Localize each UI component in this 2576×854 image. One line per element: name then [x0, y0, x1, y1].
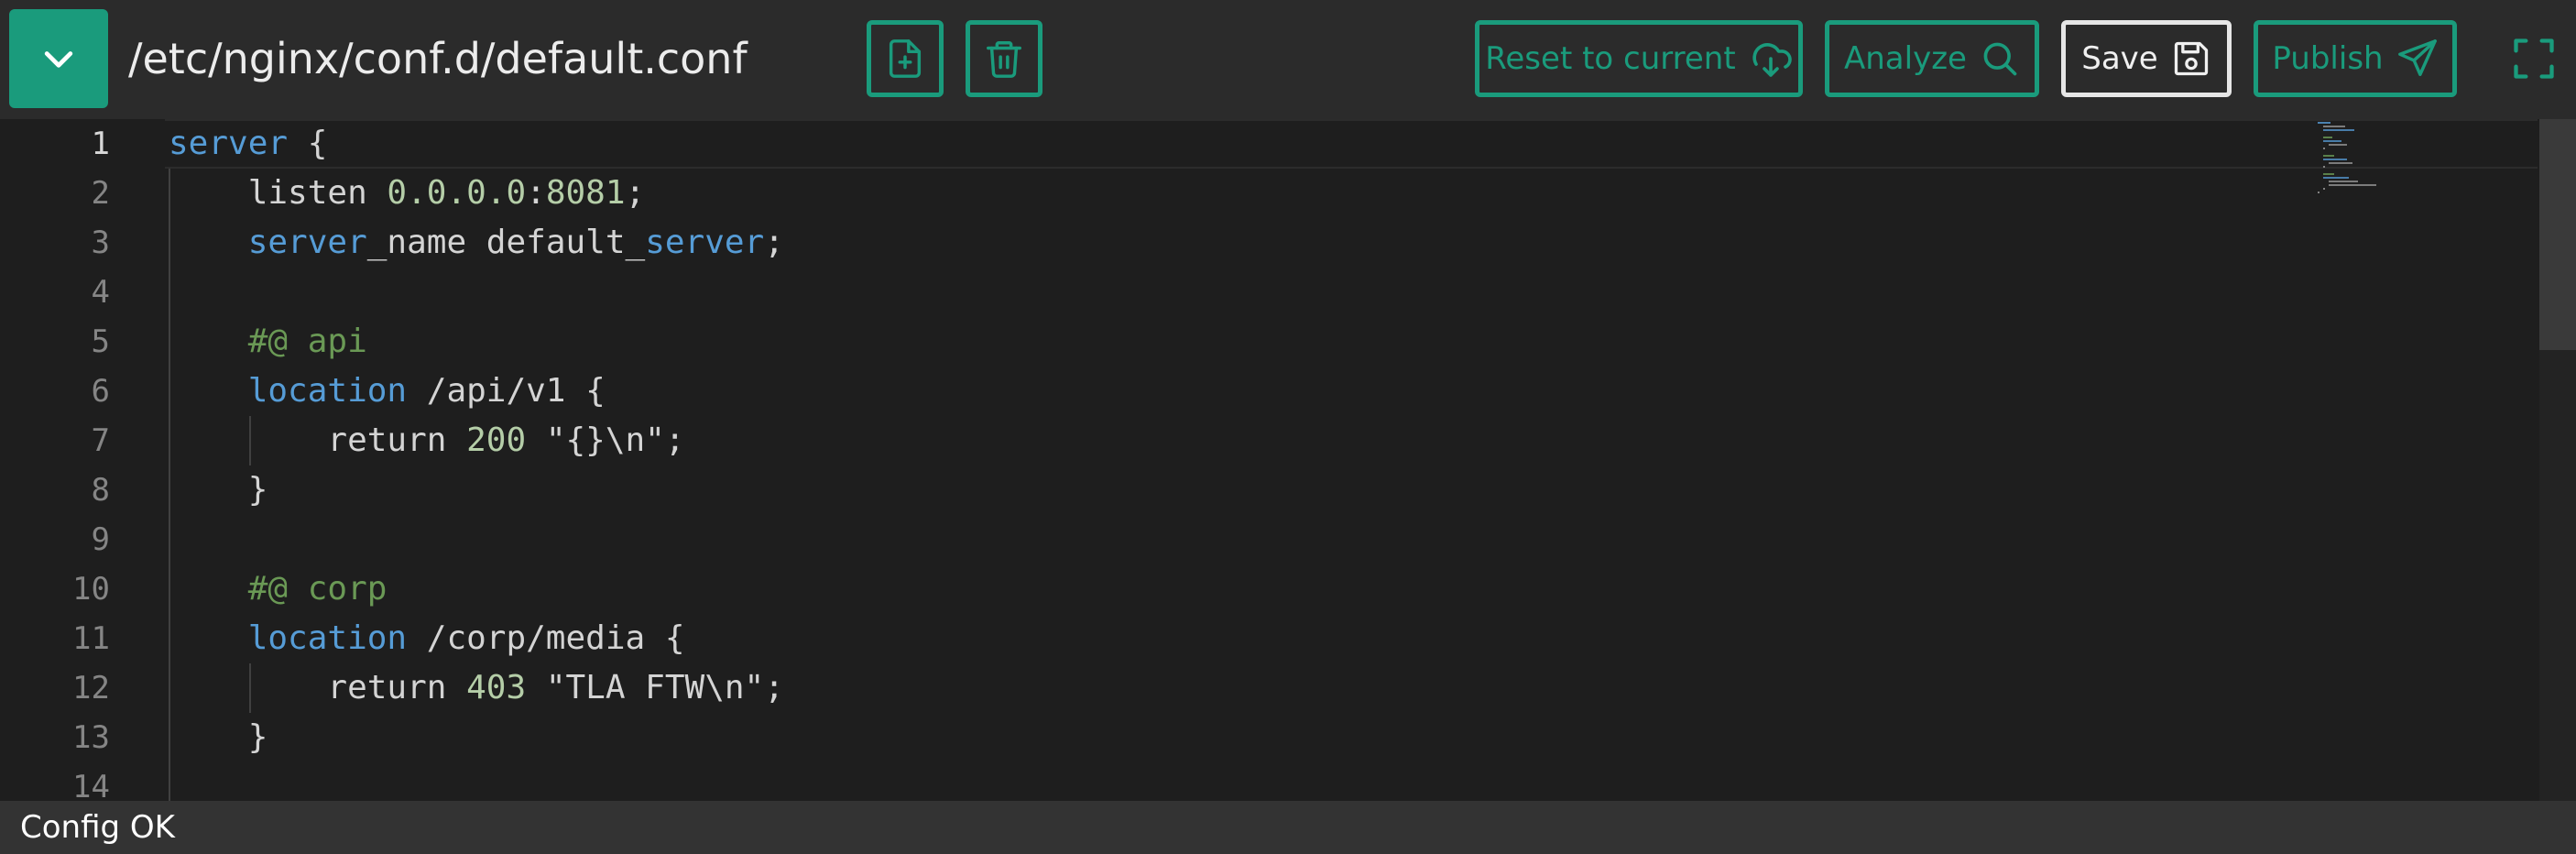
- reset-label: Reset to current: [1485, 40, 1736, 77]
- line-number: 1: [91, 126, 110, 162]
- line-number: 5: [91, 323, 110, 360]
- status-bar: Config OK: [0, 801, 2576, 854]
- minimap[interactable]: [2318, 119, 2446, 229]
- line-number: 13: [72, 719, 110, 756]
- code-token: {: [288, 125, 328, 162]
- line-number: 4: [91, 274, 110, 311]
- code-token: server: [247, 224, 367, 261]
- save-label: Save: [2081, 40, 2158, 77]
- code-line[interactable]: [169, 762, 784, 801]
- code-token: }: [169, 718, 268, 756]
- code-line[interactable]: server_name default_server;: [169, 218, 784, 268]
- code-line[interactable]: return 403 "TLA FTW\n";: [169, 663, 784, 713]
- config-editor-app: /etc/nginx/conf.d/default.conf Reset to …: [0, 0, 2576, 854]
- code-token: 403: [466, 669, 527, 706]
- line-number: 6: [91, 373, 110, 410]
- code-token: ;: [764, 224, 784, 261]
- code-token: ;: [625, 174, 646, 212]
- publish-button[interactable]: Publish: [2254, 20, 2457, 97]
- code-token: listen: [169, 174, 387, 212]
- line-number: 2: [91, 175, 110, 212]
- file-path: /etc/nginx/conf.d/default.conf: [128, 34, 748, 83]
- line-number: 3: [91, 224, 110, 261]
- scrollbar-thumb[interactable]: [2539, 119, 2576, 350]
- code-token: }: [169, 471, 268, 509]
- cloud-download-icon: [1752, 43, 1792, 77]
- code-line[interactable]: }: [169, 713, 784, 762]
- code-token: /api/v1 {: [407, 372, 606, 410]
- code-line[interactable]: location /api/v1 {: [169, 367, 784, 416]
- code-line[interactable]: listen 0.0.0.0:8081;: [169, 169, 784, 218]
- code-token: 8081: [545, 174, 626, 212]
- code-token: /corp/media {: [407, 619, 685, 657]
- code-token: #@ corp: [247, 570, 387, 608]
- analyze-button[interactable]: Analyze: [1825, 20, 2039, 97]
- code-token: location: [247, 619, 408, 657]
- line-number: 12: [72, 670, 110, 706]
- publish-label: Publish: [2272, 40, 2384, 77]
- code-line[interactable]: server {: [169, 119, 784, 169]
- code-token: return: [169, 422, 467, 459]
- code-line[interactable]: [169, 515, 784, 564]
- new-file-button[interactable]: [867, 20, 944, 97]
- code-line[interactable]: }: [169, 465, 784, 515]
- code-line[interactable]: #@ corp: [169, 564, 784, 614]
- code-editor[interactable]: 1 2 3 4 5 6 7 8 9 10 11 12 13 14 server { listen 0.0.…: [0, 119, 2576, 801]
- code-line[interactable]: return 200 "{}\n";: [169, 416, 784, 465]
- line-number: 8: [91, 472, 110, 509]
- code-content[interactable]: server { listen 0.0.0.0:8081; server_nam…: [169, 119, 784, 801]
- code-token: location: [247, 372, 408, 410]
- line-number-gutter: 1 2 3 4 5 6 7 8 9 10 11 12 13 14: [0, 119, 110, 801]
- send-icon: [2397, 39, 2437, 76]
- toolbar: /etc/nginx/conf.d/default.conf Reset to …: [0, 0, 2576, 119]
- code-line[interactable]: [169, 268, 784, 317]
- file-dropdown-button[interactable]: [9, 9, 108, 108]
- code-line[interactable]: #@ api: [169, 317, 784, 367]
- status-message: Config OK: [20, 809, 175, 846]
- code-token: server: [645, 224, 765, 261]
- fullscreen-icon: [2514, 38, 2554, 79]
- line-number: 11: [72, 620, 110, 657]
- code-token: 200: [466, 422, 527, 459]
- analyze-label: Analyze: [1844, 40, 1967, 77]
- trash-icon: [987, 41, 1021, 78]
- fullscreen-button[interactable]: [2501, 26, 2567, 92]
- floppy-disk-icon: [2174, 41, 2208, 76]
- code-token: _name default_: [366, 224, 646, 261]
- line-number: 7: [91, 422, 110, 459]
- delete-button[interactable]: [966, 20, 1042, 97]
- code-token: #@ api: [247, 323, 367, 360]
- code-token: return: [169, 669, 467, 706]
- code-line[interactable]: location /corp/media {: [169, 614, 784, 663]
- code-token: :: [526, 174, 546, 212]
- reset-to-current-button[interactable]: Reset to current: [1475, 20, 1803, 97]
- file-plus-icon: [889, 39, 922, 78]
- code-token: 0.0.0.0: [387, 174, 527, 212]
- search-icon: [1983, 42, 2017, 76]
- code-token: "TLA FTW\n";: [526, 669, 784, 706]
- chevron-down-icon: [44, 51, 73, 68]
- line-number: 10: [72, 571, 110, 608]
- save-button[interactable]: Save: [2061, 20, 2232, 97]
- line-number: 9: [91, 521, 110, 558]
- code-token: "{}\n";: [526, 422, 685, 459]
- line-number: 14: [72, 769, 110, 801]
- code-token: server: [169, 125, 289, 162]
